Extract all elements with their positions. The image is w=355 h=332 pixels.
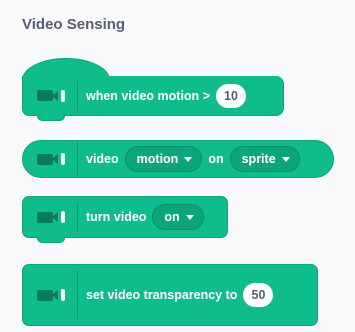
set-video-transparency-block[interactable]: set video transparency to 50 (22, 264, 318, 326)
transparency-input[interactable]: 50 (243, 283, 274, 307)
video-sensing-reporter[interactable]: video motion on sprite (22, 140, 334, 178)
video-camera-icon (37, 89, 65, 102)
category-title: Video Sensing (22, 16, 126, 33)
block-separator (77, 142, 78, 176)
target-dropdown[interactable]: sprite (229, 146, 300, 172)
turn-video-block[interactable]: turn video on (22, 196, 228, 243)
block-separator (77, 80, 78, 111)
block-notch (37, 236, 65, 243)
when-video-motion-block[interactable]: when video motion > 10 (22, 76, 284, 121)
attribute-dropdown-value: motion (136, 152, 179, 166)
block-notch (37, 114, 65, 121)
block-label: set video transparency to (86, 288, 238, 302)
video-camera-icon (37, 211, 65, 223)
video-camera-icon (37, 289, 65, 301)
attribute-dropdown[interactable]: motion (124, 146, 203, 172)
block-separator (77, 271, 78, 319)
caret-down-icon (184, 156, 193, 162)
block-label: video (86, 152, 119, 166)
block-label: when video motion > (86, 88, 210, 103)
target-dropdown-value: sprite (241, 152, 276, 166)
video-state-dropdown[interactable]: on (152, 204, 204, 230)
block-separator (77, 202, 78, 232)
block-label: on (208, 152, 224, 166)
video-state-dropdown-value: on (164, 210, 180, 224)
block-label: turn video (86, 210, 147, 224)
motion-threshold-input[interactable]: 10 (215, 83, 246, 108)
caret-down-icon (185, 214, 194, 220)
video-camera-icon (37, 153, 65, 165)
caret-down-icon (281, 156, 290, 162)
